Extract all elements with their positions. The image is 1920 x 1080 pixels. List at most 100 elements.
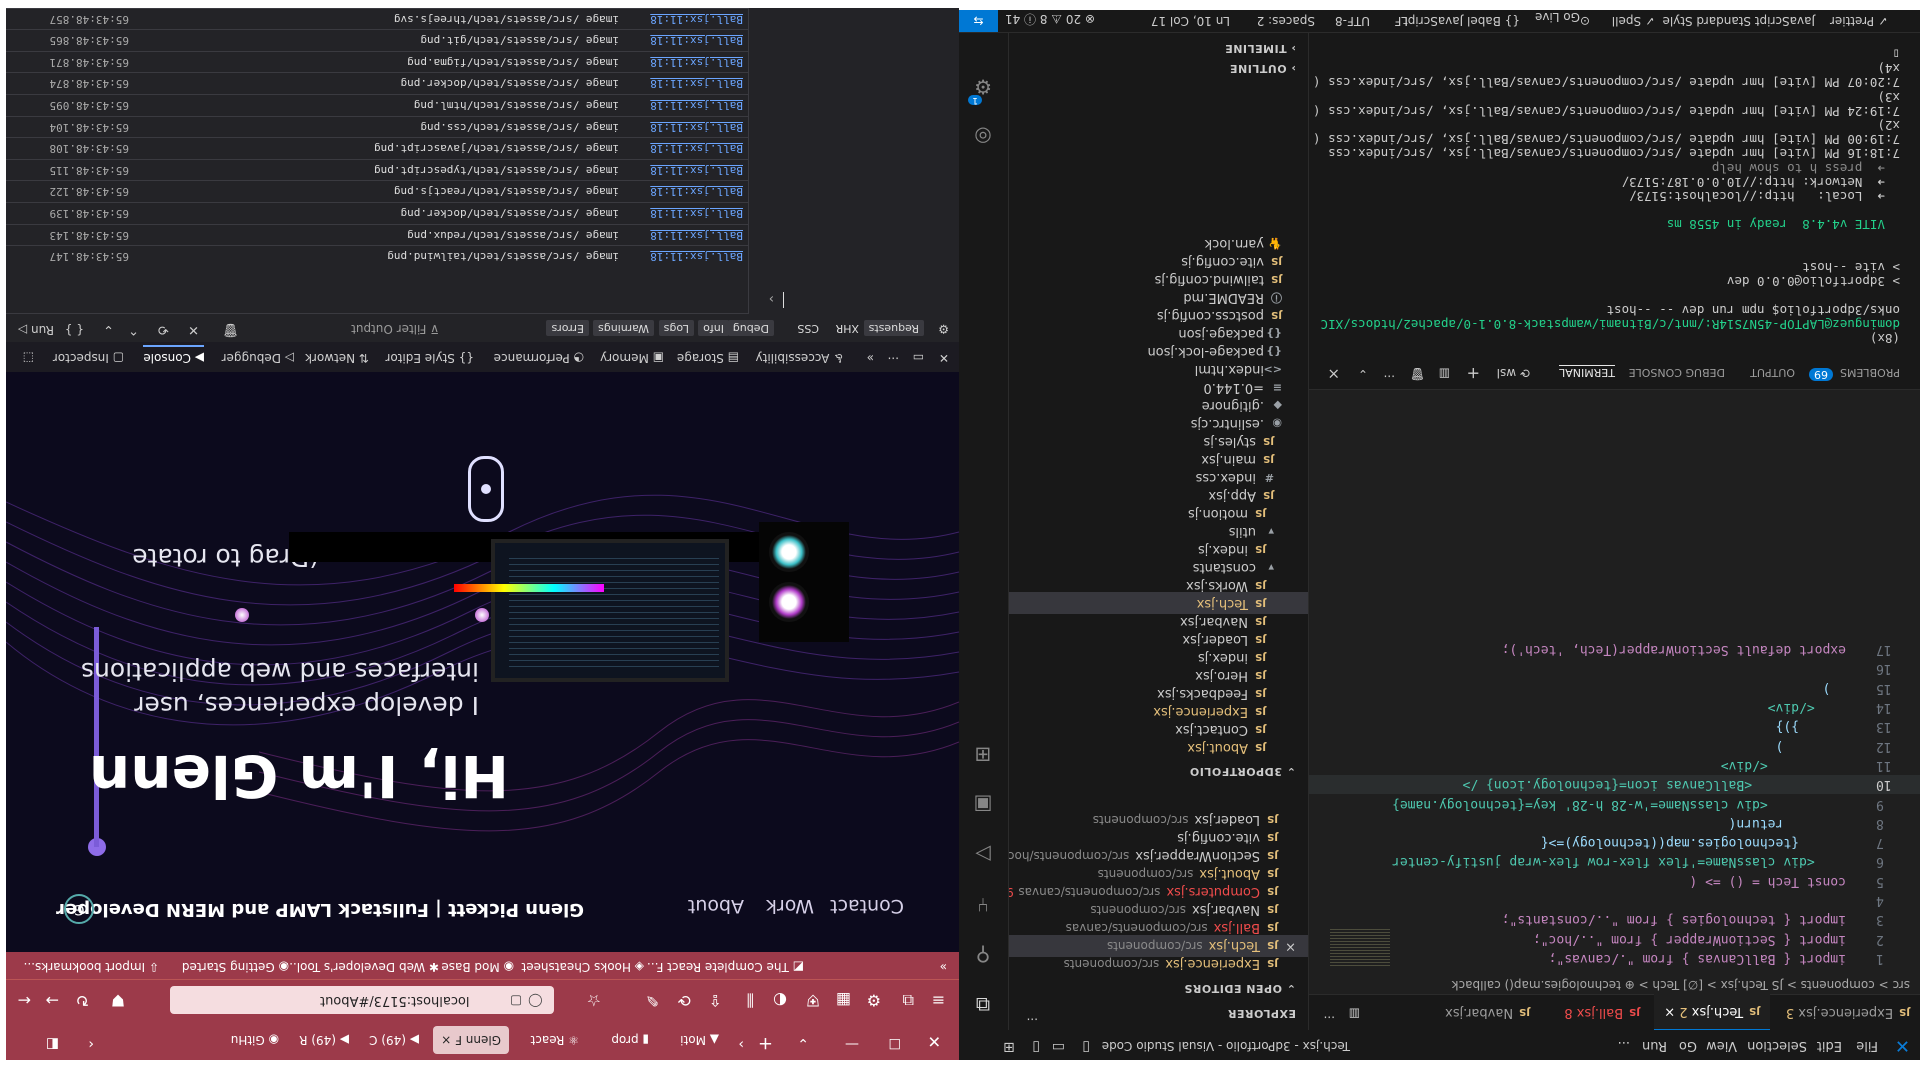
element-picker-icon[interactable]: ⬚ (23, 351, 34, 365)
log-source-link[interactable]: Ball.jsx:11:18 (650, 138, 743, 159)
browser-tab-glenn[interactable]: Glenn F × (433, 1026, 509, 1054)
tracking-shield-icon[interactable]: ◯ (528, 986, 543, 1014)
scroll-tabs-right-icon[interactable]: › (738, 1036, 744, 1052)
new-terminal-icon[interactable]: + (1467, 364, 1480, 383)
extensions-icon[interactable]: ⊞ (970, 742, 996, 768)
panel-tab-debug-console[interactable]: DEBUG CONSOLE (1629, 366, 1725, 379)
menu-file[interactable]: File (1856, 1038, 1878, 1053)
nav-about[interactable]: About (688, 895, 744, 917)
browser-tab-github[interactable]: ◉ GitHu (231, 1026, 279, 1054)
console-settings-icon[interactable]: ⚙ (938, 322, 949, 336)
filter-debug[interactable]: Debug (727, 320, 774, 336)
devtools-tab-debugger[interactable]: ▷ Debugger (222, 351, 294, 365)
bookmark-webdev[interactable]: ✱ Web Developer's Tool... (285, 960, 439, 974)
toggle-panel-icon[interactable]: ▭ (1052, 1039, 1065, 1055)
scroll-tabs-left-icon[interactable]: ‹ (88, 1036, 94, 1052)
trash-icon[interactable]: 🗑 (222, 322, 239, 337)
filter-info[interactable]: Info (698, 320, 729, 336)
menu-view[interactable]: View (1706, 1038, 1737, 1053)
log-source-link[interactable]: Ball.jsx:11:18 (650, 9, 743, 30)
devtools-overflow-icon[interactable]: » (867, 351, 874, 365)
list-tabs-icon[interactable]: ⌄ (797, 1035, 809, 1051)
chevron-up-icon[interactable]: ⌃ (128, 322, 139, 337)
scroll-indicator[interactable] (468, 456, 504, 522)
timeline-title[interactable]: › TIMELINE (1225, 42, 1296, 55)
reload-icon[interactable]: ↻ (76, 991, 89, 1010)
files-icon[interactable]: ⧉ (970, 992, 996, 1018)
url-bar[interactable]: ▢ localhost:5173/#About ◯ (170, 986, 554, 1014)
nav-work[interactable]: Work (766, 895, 814, 917)
panel-tab-problems[interactable]: PROBLEMS (1840, 366, 1900, 379)
devtools-tab-storage[interactable]: ▤ Storage (677, 351, 739, 365)
filter-requests[interactable]: Requests (863, 320, 924, 336)
filter-output-input[interactable]: ⊽ Filter Output (351, 322, 439, 336)
menu-edit[interactable]: Edit (1817, 1038, 1842, 1053)
open-editors-title[interactable]: ⌄ OPEN EDITORS (1184, 982, 1296, 995)
minimap[interactable] (1330, 928, 1390, 968)
extension-shield-icon[interactable]: ⛨ (807, 990, 819, 1010)
bookmarks-overflow-icon[interactable]: » (940, 960, 947, 974)
menu-selection[interactable]: Selection (1747, 1038, 1807, 1053)
bookmark-getting-started[interactable]: ◉ Getting Started (182, 960, 289, 974)
clear-icon[interactable]: ✕ (188, 322, 199, 337)
status-language[interactable]: {} Babel JavaScript (1403, 14, 1520, 28)
extensions-icon[interactable]: ⧉ (903, 990, 914, 1010)
menu-run[interactable]: Run (1642, 1038, 1667, 1053)
status-style[interactable]: JavaScript Standard Style (1662, 14, 1815, 28)
share-icon[interactable]: ⇪ (709, 991, 722, 1010)
extension-fox-icon[interactable]: ◐ (773, 991, 787, 1010)
tab-experience[interactable]: JSExperience.jsx 3 (1776, 995, 1920, 1030)
split-terminal-icon[interactable]: ▥ (1439, 367, 1450, 381)
log-source-link[interactable]: Ball.jsx:11:18 (650, 225, 743, 246)
outline-title[interactable]: › OUTLINE (1230, 62, 1296, 75)
browser-tab-motion[interactable]: ▲ Moti (680, 1026, 719, 1054)
status-spaces[interactable]: Spaces: 2 (1257, 14, 1315, 28)
browser-tab-react[interactable]: ⚛ React (531, 1026, 579, 1054)
accounts-icon[interactable]: ◎ (970, 124, 996, 150)
run-debug-icon[interactable]: ▷ (970, 842, 996, 868)
log-source-link[interactable]: Ball.jsx:11:18 (650, 181, 743, 202)
devtools-close-icon[interactable]: ✕ (939, 351, 949, 365)
pocket-icon[interactable]: ⛊ (112, 990, 124, 1010)
menu-more[interactable]: ... (1618, 1038, 1630, 1053)
devtools-tab-network[interactable]: ⇅ Network (305, 351, 369, 365)
library-icon[interactable]: ⫼ (747, 990, 754, 1010)
devtools-tab-memory[interactable]: ▣ Memory (600, 351, 664, 365)
new-tab-icon[interactable]: + (758, 1033, 773, 1054)
log-source-link[interactable]: Ball.jsx:11:18 (650, 246, 743, 267)
log-source-link[interactable]: Ball.jsx:11:18 (650, 95, 743, 116)
site-brand[interactable]: Glenn Pickett | Fullstack LAMP and MERN … (56, 899, 584, 920)
site-logo-icon[interactable]: G (64, 894, 94, 924)
run-button[interactable]: Run ▷ (18, 323, 54, 337)
extension-gear-icon[interactable]: ⚙ (867, 991, 881, 1010)
history-icon[interactable]: ⟲ (158, 322, 169, 337)
search-icon[interactable]: ⚲ (970, 942, 996, 968)
close-icon[interactable]: × (1664, 1004, 1675, 1019)
maximize-icon[interactable]: ☐ (888, 1035, 901, 1051)
filter-xhr[interactable]: XHR (831, 320, 864, 336)
devtools-tab-performance[interactable]: ◔ Performance (494, 351, 584, 365)
computer-model[interactable] (109, 482, 869, 762)
app-menu-icon[interactable]: ≡ (932, 991, 945, 1010)
back-icon[interactable]: ← (18, 991, 31, 1010)
close-panel-icon[interactable]: × (1327, 365, 1340, 383)
status-spell[interactable]: ✓ Spell (1612, 14, 1655, 28)
screenshot-icon[interactable]: ✎ (646, 991, 659, 1010)
chevron-down-icon[interactable]: ⌄ (103, 322, 114, 337)
source-control-icon[interactable]: ⑂ (970, 892, 996, 918)
browser-tab-youtube-2[interactable]: ▶ (49) C (369, 1026, 419, 1054)
panel-tab-terminal[interactable]: TERMINAL (1559, 365, 1615, 379)
log-source-link[interactable]: Ball.jsx:11:18 (650, 30, 743, 51)
filter-css[interactable]: CSS (792, 320, 824, 336)
filter-logs[interactable]: Logs (658, 320, 694, 336)
breadcrumb[interactable]: src > components > JS Tech.jsx > [∅] Tec… (1452, 978, 1910, 992)
devtools-tab-inspector[interactable]: ▢ Inspector (53, 351, 124, 365)
more-actions-icon[interactable]: ··· (1324, 1010, 1335, 1024)
log-source-link[interactable]: Ball.jsx:11:18 (650, 52, 743, 73)
log-source-link[interactable]: Ball.jsx:11:18 (650, 160, 743, 181)
kill-terminal-icon[interactable]: 🗑 (1410, 367, 1425, 381)
browser-tab-youtube-1[interactable]: ▶ (49) R (299, 1026, 349, 1054)
panel-more-icon[interactable]: ··· (1384, 369, 1395, 383)
log-source-link[interactable]: Ball.jsx:11:18 (650, 203, 743, 224)
devtools-tab-style-editor[interactable]: {} Style Editor (385, 351, 474, 365)
